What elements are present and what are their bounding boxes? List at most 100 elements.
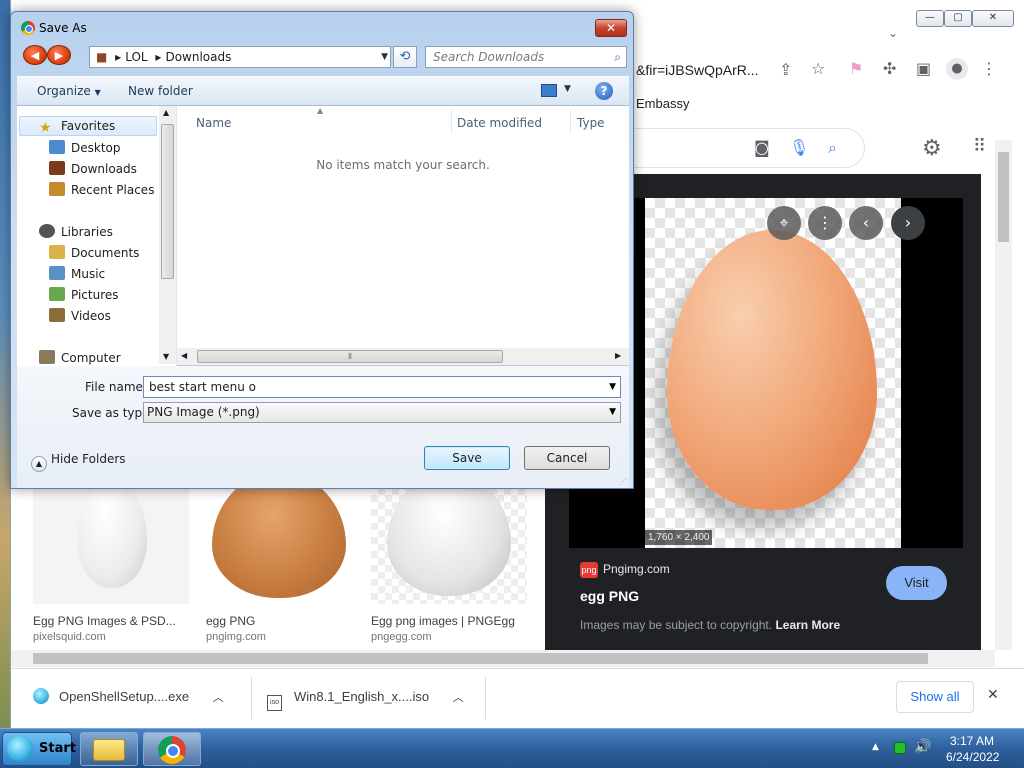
next-arrow-icon[interactable]: › (891, 206, 925, 240)
clock-time[interactable]: 3:17 AM (950, 734, 994, 748)
view-icon[interactable] (541, 84, 557, 97)
volume-icon[interactable]: 🔊 (914, 739, 931, 755)
nav-item-videos[interactable]: Videos (49, 308, 111, 323)
organize-button[interactable]: Organize ▼ (37, 84, 101, 98)
chevron-down-icon[interactable]: ▼ (381, 47, 388, 67)
menu-kebab-icon[interactable]: ⋮ (981, 59, 997, 78)
network-icon[interactable] (894, 742, 906, 754)
taskbar-explorer[interactable] (80, 732, 138, 766)
extensions-puzzle-icon[interactable]: ✣ (883, 59, 896, 78)
chevron-up-icon[interactable]: ︿ (453, 692, 464, 704)
visit-button[interactable]: Visit (886, 566, 947, 600)
address-bar[interactable]: ■ ▸ LOL ▸ Downloads ▼ (89, 46, 391, 68)
dialog-close-button[interactable]: ✕ (595, 19, 627, 37)
result-item[interactable]: Egg png images | PNGEgg pngegg.com (371, 488, 527, 643)
cancel-button[interactable]: Cancel (524, 446, 610, 470)
more-options-icon[interactable]: ⋮ (808, 206, 842, 240)
nav-item-computer[interactable]: Computer (39, 350, 121, 365)
nav-item-libraries[interactable]: Libraries (39, 224, 113, 239)
list-horizontal-scrollbar[interactable]: ◀ ⦀ ▶ (177, 348, 629, 365)
save-type-select[interactable]: PNG Image (*.png) ▼ (143, 402, 621, 423)
page-horizontal-scrollbar[interactable] (11, 650, 995, 667)
tab-search-chevron-icon[interactable]: ⌄ (888, 26, 898, 40)
search-input[interactable]: Search Downloads ⌕ (425, 46, 627, 68)
settings-gear-icon[interactable]: ⚙ (922, 136, 942, 161)
scroll-up-icon[interactable]: ▲ (163, 108, 169, 117)
search-icon[interactable]: ⌕ (614, 47, 621, 67)
search-icon[interactable]: ⌕ (828, 138, 837, 158)
close-icon[interactable]: ✕ (987, 687, 999, 703)
breadcrumb-lol[interactable]: LOL (125, 50, 147, 64)
forward-arrow-icon[interactable]: ▶ (47, 45, 71, 65)
scroll-thumb[interactable] (33, 653, 928, 664)
nav-scrollbar[interactable]: ▲ ▼ (159, 106, 176, 364)
breadcrumb-downloads[interactable]: Downloads (165, 50, 231, 64)
chevron-down-icon[interactable]: ▼ (564, 84, 571, 94)
camera-icon[interactable]: ◙ (754, 138, 770, 157)
column-header-name[interactable]: Name (196, 116, 231, 130)
refresh-button[interactable]: ⟲ (393, 46, 417, 68)
save-as-dialog: Save As ✕ ◀ ▶ ■ ▸ LOL ▸ Downloads ▼ ⟲ Sear… (10, 11, 634, 489)
close-button[interactable]: ✕ (972, 10, 1014, 27)
profile-avatar-icon[interactable]: ● (946, 58, 968, 80)
back-arrow-icon[interactable]: ◀ (23, 45, 47, 65)
start-button[interactable]: Start (2, 732, 76, 766)
share-icon[interactable]: ⇪ (779, 60, 792, 79)
chevron-up-icon[interactable]: ︿ (213, 692, 224, 704)
nav-item-music[interactable]: Music (49, 266, 105, 281)
apps-grid-icon[interactable]: ⠿ (973, 136, 986, 157)
scroll-down-icon[interactable]: ▼ (163, 352, 169, 361)
nav-item-favorites[interactable]: ★ Favorites (39, 119, 115, 136)
chevron-down-icon[interactable]: ▼ (609, 377, 616, 397)
result-source: pngegg.com (371, 631, 432, 643)
download-item[interactable]: OpenShellSetup....exe ︿ (33, 669, 224, 727)
result-title: egg PNG (206, 614, 256, 628)
preview-title[interactable]: egg PNG (580, 588, 639, 604)
help-icon[interactable]: ? (595, 82, 613, 100)
search-placeholder: Search Downloads (433, 50, 545, 64)
hide-folders-button[interactable]: ▲ Hide Folders (31, 452, 126, 472)
lens-icon[interactable]: ⌖ (767, 206, 801, 240)
microphone-icon[interactable]: 🎙 (789, 138, 809, 157)
clock-date[interactable]: 6/24/2022 (946, 750, 999, 764)
star-icon[interactable]: ☆ (811, 59, 825, 78)
resize-grip-icon[interactable]: ⋰ (619, 477, 627, 486)
url-text[interactable]: &fir=iJBSwQpArR... (636, 62, 759, 78)
column-header-type[interactable]: Type (577, 116, 605, 130)
column-header-date-modified[interactable]: Date modified (457, 116, 542, 130)
maximize-button[interactable]: ▢ (944, 10, 972, 27)
result-item[interactable]: Egg PNG Images & PSD... pixelsquid.com (33, 488, 189, 643)
extension-flag-icon[interactable]: ⚑ (849, 59, 863, 78)
result-item[interactable]: egg PNG pngimg.com (206, 488, 354, 643)
scroll-thumb[interactable]: ⦀ (197, 350, 503, 363)
preview-image[interactable] (645, 198, 901, 548)
nav-item-recent-places[interactable]: Recent Places (49, 182, 154, 197)
nav-item-desktop[interactable]: Desktop (49, 140, 121, 155)
previous-arrow-icon[interactable]: ‹ (849, 206, 883, 240)
page-vertical-scrollbar[interactable] (995, 140, 1012, 650)
download-name: Win8.1_English_x....iso (294, 689, 430, 704)
file-name-input[interactable]: best start menu o ▼ (143, 376, 621, 398)
result-title: Egg PNG Images & PSD... (33, 614, 176, 628)
learn-more-link[interactable]: Learn More (775, 618, 840, 632)
bookmark-embassy[interactable]: Embassy (636, 96, 689, 111)
minimize-button[interactable]: — (916, 10, 944, 27)
save-button[interactable]: Save (424, 446, 510, 470)
google-search-bar[interactable]: ◙ 🎙 ⌕ (611, 128, 865, 168)
side-panel-icon[interactable]: ▣ (916, 59, 931, 78)
scroll-thumb[interactable] (161, 124, 174, 279)
chevron-down-icon[interactable]: ▼ (609, 403, 616, 422)
scroll-left-icon[interactable]: ◀ (181, 351, 187, 360)
scroll-right-icon[interactable]: ▶ (615, 351, 621, 360)
nav-item-documents[interactable]: Documents (49, 245, 139, 260)
nav-item-pictures[interactable]: Pictures (49, 287, 119, 302)
download-item[interactable]: iso Win8.1_English_x....iso ︿ (267, 669, 464, 727)
preview-source[interactable]: png Pngimg.com (580, 562, 670, 578)
new-folder-button[interactable]: New folder (128, 84, 193, 98)
scroll-thumb[interactable] (998, 152, 1009, 242)
nav-item-downloads[interactable]: Downloads (49, 161, 137, 176)
navigation-buttons: ◀ ▶ (23, 45, 73, 67)
show-all-button[interactable]: Show all (896, 681, 974, 713)
show-hidden-icons-icon[interactable]: ▲ (872, 742, 879, 752)
taskbar-chrome[interactable] (143, 732, 201, 766)
